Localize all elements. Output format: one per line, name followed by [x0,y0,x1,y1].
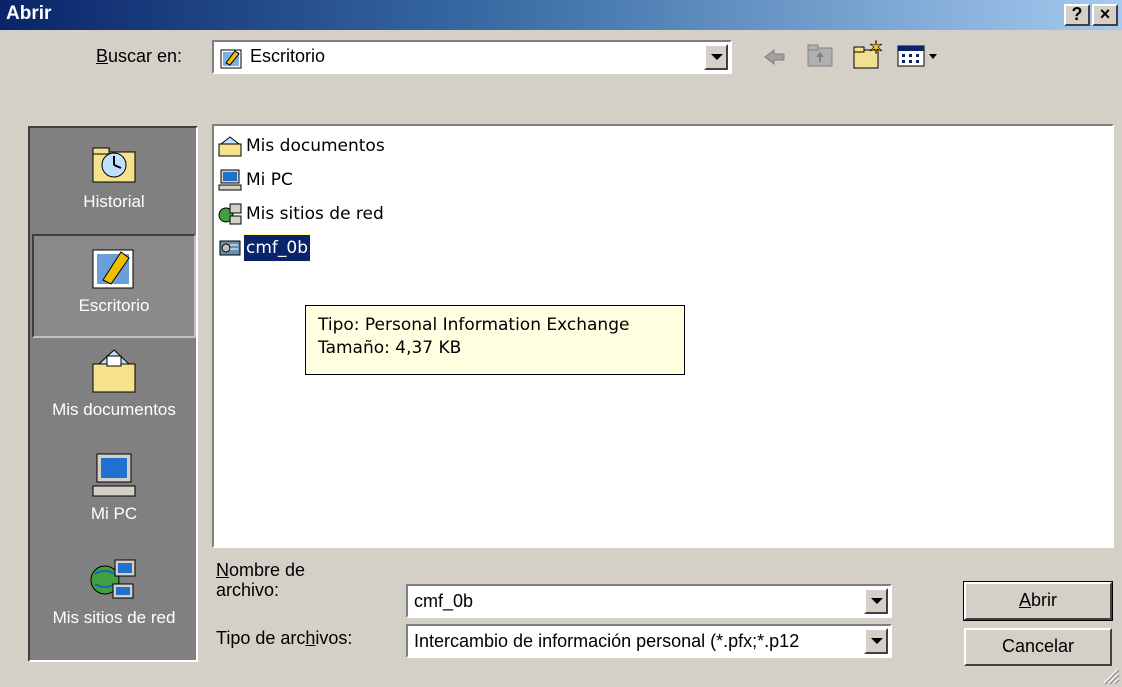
filetype-label: Tipo de archivos: [216,628,353,648]
window-title: Abrir [6,3,52,24]
my-computer-icon [218,169,242,191]
place-label: Mis documentos [52,400,176,419]
lookin-value: Escritorio [250,46,326,66]
filetype-combobox[interactable]: Intercambio de información personal (*.p… [406,624,892,658]
places-bar: Historial Escritorio Mis documentos Mi P… [28,126,198,662]
certificate-icon [219,240,241,256]
network-places-icon [218,203,242,225]
tooltip-type: Tipo: Personal Information Exchange [318,315,630,335]
list-item-selected[interactable]: cmf_0b [218,234,311,262]
filename-combobox[interactable]: cmf_0b [406,584,892,618]
chevron-down-icon[interactable] [704,44,728,70]
place-historial[interactable]: Historial [32,132,196,234]
desktop-icon [92,249,134,289]
place-label: Escritorio [78,296,150,315]
list-item[interactable]: Mi PC [218,166,295,194]
chevron-down-icon[interactable] [864,628,888,654]
file-tooltip: Tipo: Personal Information Exchange Tama… [305,305,685,375]
title-bar [0,0,1122,30]
file-label: Mis documentos [246,136,385,156]
filename-input[interactable]: cmf_0b [414,591,473,612]
network-places-icon [90,559,136,599]
place-escritorio[interactable]: Escritorio [32,234,196,338]
history-icon [92,147,136,183]
file-label: Mis sitios de red [246,204,384,224]
file-label: cmf_0b [243,234,311,262]
filetype-value: Intercambio de información personal (*.p… [414,631,800,651]
my-computer-icon [92,453,136,497]
list-item[interactable]: Mis sitios de red [218,200,386,228]
help-button[interactable]: ? [1064,4,1090,26]
lookin-label: Buscar en: [96,46,183,66]
back-arrow-icon[interactable] [762,46,788,68]
file-label: Mi PC [246,170,293,190]
place-mis-sitios-de-red[interactable]: Mis sitios de red [32,548,196,652]
place-mi-pc[interactable]: Mi PC [32,444,196,548]
my-documents-icon [92,349,136,393]
place-mis-documentos[interactable]: Mis documentos [32,340,196,444]
place-label: Historial [83,192,145,211]
close-button[interactable]: × [1092,4,1118,26]
open-button[interactable]: Abrir [963,581,1113,621]
tooltip-size: Tamaño: 4,37 KB [318,338,462,358]
place-label: Mi PC [90,504,138,523]
cancel-button[interactable]: Cancelar [964,628,1112,666]
view-menu-icon[interactable] [896,44,940,68]
my-documents-icon [218,136,242,157]
place-label: Mis sitios de red [52,608,176,627]
up-folder-icon[interactable] [806,42,834,68]
desktop-icon [220,49,242,69]
resize-grip-icon[interactable] [1100,665,1120,685]
chevron-down-icon[interactable] [864,588,888,614]
filename-label: Nombre de archivo: [216,560,306,600]
new-folder-icon[interactable] [852,38,884,70]
list-item[interactable]: Mis documentos [218,132,387,160]
lookin-combobox[interactable]: Escritorio [212,40,732,74]
